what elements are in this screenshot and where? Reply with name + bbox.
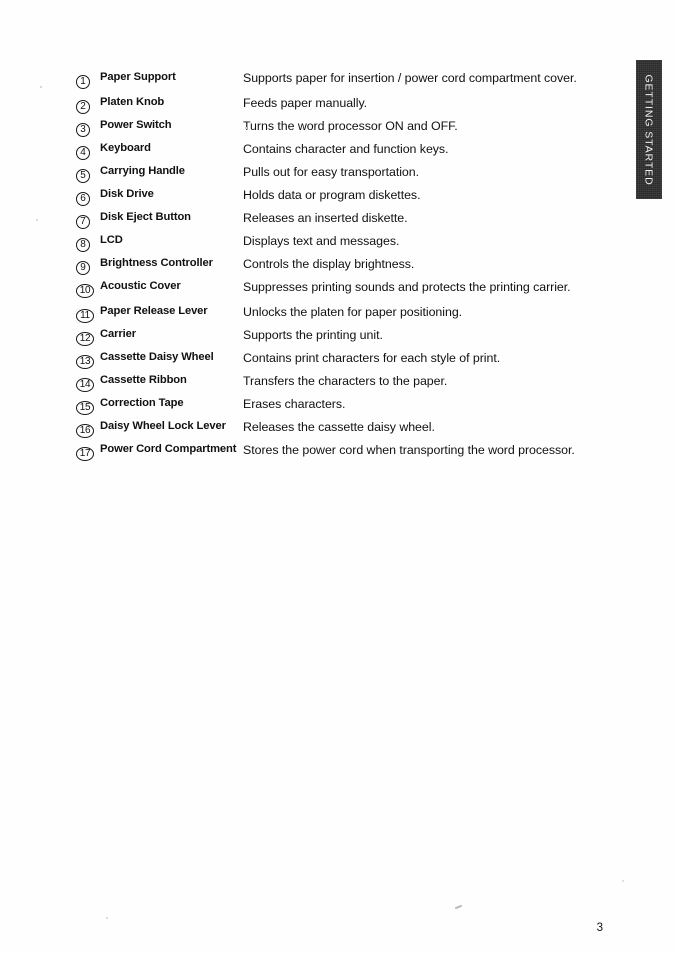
part-description: Erases characters. [243, 397, 346, 411]
part-row: 12 Carrier Supports the printing unit. [76, 327, 616, 346]
part-row: 4 Keyboard Contains character and function… [76, 141, 616, 160]
circled-number: 4 [76, 146, 90, 160]
part-row: 10 Acoustic Cover Suppresses printing soun… [76, 279, 616, 298]
part-description: Contains character and function keys. [243, 142, 449, 156]
part-row: 13 Cassette Daisy Wheel Contains print cha… [76, 350, 616, 369]
part-description: Feeds paper manually. [243, 96, 368, 110]
circled-number: 6 [76, 192, 90, 206]
part-label: Carrying Handle [100, 165, 185, 177]
part-row: 2 Platen Knob Feeds paper manually. [76, 95, 616, 114]
part-number: 4 [76, 141, 100, 160]
part-row: 7 Disk Eject Button Releases an inserted d… [76, 210, 616, 229]
part-label: Power Switch [100, 119, 172, 131]
circled-number: 3 [76, 123, 90, 137]
scan-artifact [106, 917, 108, 919]
part-row: 8 LCD Displays text and messages. [76, 233, 616, 252]
part-label: Power Cord Compartment [100, 443, 237, 455]
part-row: 1 Paper Support Supports paper for inserti… [76, 70, 616, 89]
section-tab-getting-started: GETTING STARTED [636, 60, 662, 199]
circled-number: 15 [76, 401, 94, 415]
circled-number: 8 [76, 238, 90, 252]
part-row: 11 Paper Release Lever Unlocks the platen … [76, 304, 616, 323]
scan-artifact [454, 904, 463, 910]
part-description: Controls the display brightness. [243, 257, 415, 271]
scan-artifact [40, 86, 42, 88]
part-row: 5 Carrying Handle Pulls out for easy trans… [76, 164, 616, 183]
part-description: Displays text and messages. [243, 234, 400, 248]
part-number: 10 [76, 279, 100, 298]
circled-number: 17 [76, 447, 94, 461]
part-description: Supports paper for insertion / power cor… [243, 71, 577, 85]
part-label: Disk Drive [100, 188, 154, 200]
part-number: 12 [76, 327, 100, 346]
part-description: Supports the printing unit. [243, 328, 383, 342]
part-label: Carrier [100, 328, 136, 340]
part-number: 14 [76, 373, 100, 392]
part-label: Brightness Controller [100, 257, 213, 269]
part-label: Cassette Daisy Wheel [100, 351, 214, 363]
part-row: 17 Power Cord Compartment Stores the power… [76, 442, 616, 461]
circled-number: 12 [76, 332, 94, 346]
part-description: Releases an inserted diskette. [243, 211, 408, 225]
circled-number: 5 [76, 169, 90, 183]
part-label: Acoustic Cover [100, 280, 181, 292]
part-number: 9 [76, 256, 100, 275]
part-label: Daisy Wheel Lock Lever [100, 420, 226, 432]
part-description: Pulls out for easy transportation. [243, 165, 419, 179]
part-description: Unlocks the platen for paper positioning… [243, 305, 463, 319]
part-label: Platen Knob [100, 96, 165, 108]
part-number: 11 [76, 304, 100, 323]
section-tab-label: GETTING STARTED [643, 73, 655, 186]
part-description: Stores the power cord when transporting … [243, 443, 575, 457]
parts-list: 1 Paper Support Supports paper for inserti… [76, 70, 616, 470]
part-number: 2 [76, 95, 100, 114]
circled-number: 11 [76, 309, 94, 323]
circled-number: 1 [76, 75, 90, 89]
part-row: 3 Power Switch Turns the word processor ON… [76, 118, 616, 137]
part-number: 6 [76, 187, 100, 206]
circled-number: 14 [76, 378, 94, 392]
part-label: Paper Support [100, 71, 176, 83]
part-description: Holds data or program diskettes. [243, 188, 421, 202]
part-label: Keyboard [100, 142, 151, 154]
part-label: Cassette Ribbon [100, 374, 187, 386]
part-number: 16 [76, 419, 100, 438]
page-number: 3 [596, 922, 603, 934]
part-number: 3 [76, 118, 100, 137]
part-number: 15 [76, 396, 100, 415]
part-row: 14 Cassette Ribbon Transfers the character… [76, 373, 616, 392]
part-number: 7 [76, 210, 100, 229]
circled-number: 16 [76, 424, 94, 438]
part-number: 5 [76, 164, 100, 183]
part-label: Paper Release Lever [100, 305, 208, 317]
circled-number: 7 [76, 215, 90, 229]
part-number: 1 [76, 70, 100, 89]
part-row: 6 Disk Drive Holds data or program diskett… [76, 187, 616, 206]
scan-artifact [622, 880, 624, 882]
part-row: 15 Correction Tape Erases characters. [76, 396, 616, 415]
part-label: LCD [100, 234, 123, 246]
part-description: Suppresses printing sounds and protects … [243, 280, 571, 294]
part-label: Correction Tape [100, 397, 184, 409]
part-description: Contains print characters for each style… [243, 351, 501, 365]
part-description: Transfers the characters to the paper. [243, 374, 448, 388]
scan-artifact [245, 127, 247, 129]
part-number: 17 [76, 442, 100, 461]
part-row: 16 Daisy Wheel Lock Lever Releases the cas… [76, 419, 616, 438]
circled-number: 2 [76, 100, 90, 114]
part-number: 13 [76, 350, 100, 369]
part-number: 8 [76, 233, 100, 252]
circled-number: 9 [76, 261, 90, 275]
part-description: Turns the word processor ON and OFF. [243, 119, 458, 133]
document-page: GETTING STARTED 1 Paper Support Supports p… [0, 0, 674, 954]
part-label: Disk Eject Button [100, 211, 191, 223]
circled-number: 13 [76, 355, 94, 369]
scan-artifact [36, 219, 38, 221]
circled-number: 10 [76, 284, 94, 298]
part-row: 9 Brightness Controller Controls the displ… [76, 256, 616, 275]
part-description: Releases the cassette daisy wheel. [243, 420, 435, 434]
